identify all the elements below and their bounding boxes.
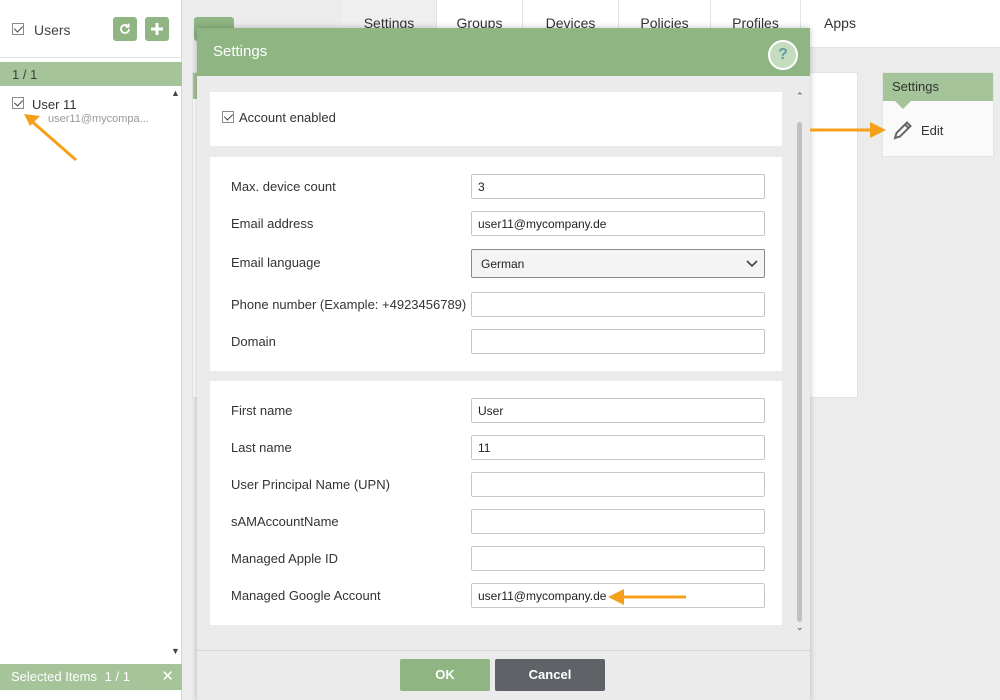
settings-panel-title: Settings (883, 73, 993, 109)
cancel-button[interactable]: Cancel (495, 659, 605, 691)
sam-account-name-label: sAMAccountName (231, 514, 339, 529)
managed-apple-id-label: Managed Apple ID (231, 551, 338, 566)
chevron-down-icon (746, 260, 758, 268)
email-language-label: Email language (231, 255, 321, 270)
sidebar-scrollbar[interactable]: ▲ ▼ (170, 88, 181, 658)
dialog-body: Account enabled Max. device count 3 Emai… (197, 76, 810, 650)
managed-google-account-input[interactable]: user11@mycompany.de (471, 583, 765, 608)
pencil-icon (893, 121, 912, 140)
contact-card: Max. device count 3 Email address user11… (210, 157, 782, 371)
ok-button[interactable]: OK (400, 659, 490, 691)
email-language-select[interactable]: German (471, 249, 765, 278)
domain-input[interactable] (471, 329, 765, 354)
users-sidebar: Users 1 / 1 User 11 user11@mycompa... ▲ … (0, 0, 182, 700)
account-enabled-checkbox[interactable] (222, 111, 234, 123)
email-address-input[interactable]: user11@mycompany.de (471, 211, 765, 236)
sam-account-name-row: sAMAccountName (231, 509, 765, 535)
email-address-label: Email address (231, 216, 314, 231)
identity-card: First name User Last name 11 User Princi… (210, 381, 782, 625)
email-language-row: Email language German (231, 249, 765, 278)
email-address-row: Email address user11@mycompany.de (231, 211, 765, 237)
selected-items-label: Selected Items (11, 669, 97, 684)
first-name-input[interactable]: User (471, 398, 765, 423)
managed-google-account-label: Managed Google Account (231, 588, 381, 603)
max-device-count-label: Max. device count (231, 179, 336, 194)
phone-number-input[interactable] (471, 292, 765, 317)
help-button[interactable]: ? (768, 40, 798, 70)
scroll-down-icon[interactable]: ⌄ (796, 622, 804, 633)
user-list-item[interactable]: User 11 user11@mycompa... (0, 88, 172, 138)
help-icon: ? (778, 46, 788, 63)
dialog-scrollbar[interactable]: ⌃ ⌄ (795, 88, 805, 636)
list-counter: 1 / 1 (0, 62, 182, 86)
select-all-checkbox[interactable] (12, 23, 24, 35)
max-device-count-row: Max. device count 3 (231, 174, 765, 200)
first-name-label: First name (231, 403, 293, 418)
domain-row: Domain (231, 329, 765, 355)
scroll-up-icon[interactable]: ▲ (171, 88, 180, 98)
managed-apple-id-row: Managed Apple ID (231, 546, 765, 572)
user-email: user11@mycompa... (48, 113, 149, 125)
settings-dialog: Settings ? Account enabled Max. device c… (197, 28, 810, 700)
selected-items-count: 1 / 1 (104, 669, 130, 684)
max-device-count-input[interactable]: 3 (471, 174, 765, 199)
tab-apps[interactable]: Apps (801, 0, 879, 48)
sidebar-title: Users (34, 22, 71, 38)
scrollbar-thumb[interactable] (797, 122, 802, 622)
sam-account-name-input[interactable] (471, 509, 765, 534)
dialog-header: Settings ? (197, 28, 810, 76)
settings-panel: Settings Edit (882, 72, 994, 157)
first-name-row: First name User (231, 398, 765, 424)
upn-input[interactable] (471, 472, 765, 497)
dialog-footer: OK Cancel (197, 650, 810, 700)
last-name-row: Last name 11 (231, 435, 765, 461)
last-name-label: Last name (231, 440, 292, 455)
upn-row: User Principal Name (UPN) (231, 472, 765, 498)
refresh-button[interactable] (113, 17, 137, 41)
phone-number-row: Phone number (Example: +4923456789) (231, 292, 765, 318)
account-enabled-label: Account enabled (239, 110, 336, 125)
close-icon[interactable]: ✕ (161, 667, 174, 685)
phone-number-label: Phone number (Example: +4923456789) (231, 297, 467, 312)
last-name-input[interactable]: 11 (471, 435, 765, 460)
sidebar-header: Users (0, 0, 181, 58)
refresh-icon (120, 23, 130, 34)
scroll-down-icon[interactable]: ▼ (171, 646, 180, 656)
edit-label: Edit (921, 123, 944, 138)
account-card: Account enabled (210, 92, 782, 146)
user-checkbox[interactable] (12, 97, 24, 109)
scroll-up-icon[interactable]: ⌃ (796, 91, 804, 102)
domain-label: Domain (231, 334, 276, 349)
edit-button[interactable]: Edit (892, 119, 943, 144)
plus-icon (151, 23, 163, 35)
dialog-title: Settings (213, 43, 268, 60)
upn-label: User Principal Name (UPN) (231, 477, 390, 492)
selected-items-bar: Selected Items 1 / 1 ✕ (0, 664, 182, 690)
email-language-value: German (481, 257, 525, 271)
managed-google-account-row: Managed Google Account user11@mycompany.… (231, 583, 765, 609)
add-user-button[interactable] (145, 17, 169, 41)
managed-apple-id-input[interactable] (471, 546, 765, 571)
user-name: User 11 (32, 97, 77, 112)
